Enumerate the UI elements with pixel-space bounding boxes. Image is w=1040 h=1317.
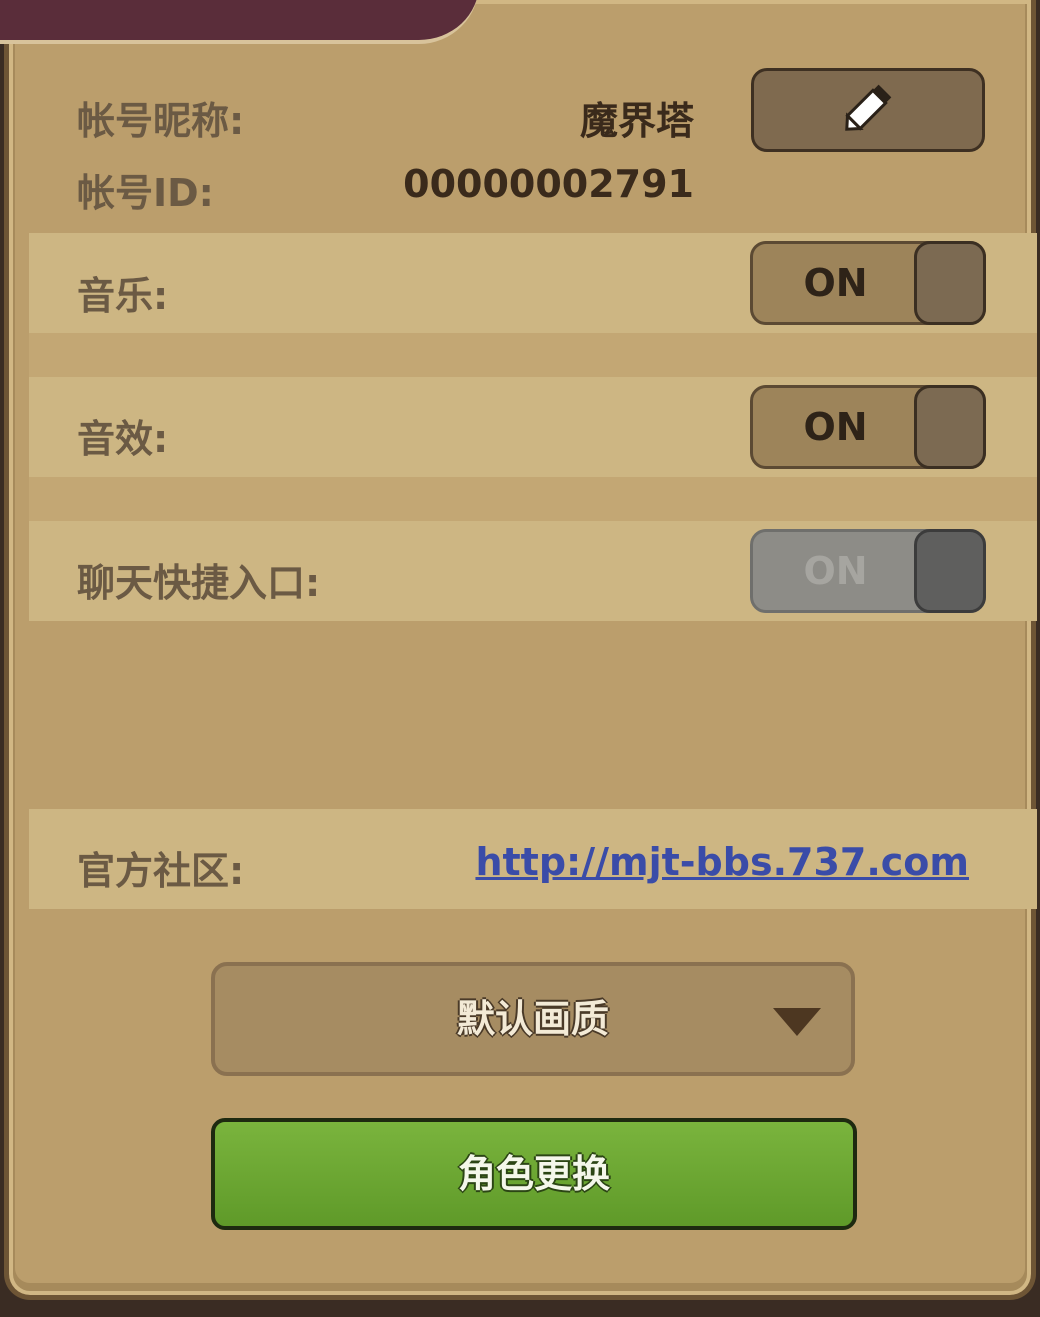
nickname-value: 魔界塔 [579, 99, 694, 143]
chevron-down-icon [773, 1008, 821, 1036]
music-label: 音乐: [77, 274, 169, 318]
divider [29, 333, 1037, 377]
sfx-toggle-state: ON [803, 405, 868, 449]
account-id-label: 帐号ID: [77, 171, 214, 215]
switch-role-button[interactable]: 角色更换 [211, 1118, 857, 1230]
toggle-knob [914, 529, 986, 613]
community-label: 官方社区: [77, 849, 245, 893]
music-toggle-state: ON [803, 261, 868, 305]
nickname-label: 帐号昵称: [77, 99, 245, 143]
community-link[interactable]: http://mjt-bbs.737.com [475, 840, 969, 884]
switch-role-button-label: 角色更换 [457, 1152, 610, 1196]
divider [29, 477, 1037, 521]
quality-dropdown-value: 默认画质 [456, 997, 609, 1041]
edit-nickname-button[interactable] [751, 68, 985, 152]
sfx-label: 音效: [77, 417, 169, 461]
chat-shortcut-toggle-state: ON [803, 549, 868, 593]
pencil-icon [838, 78, 898, 142]
toggle-knob [914, 385, 986, 469]
title-tab [0, 0, 479, 44]
chat-shortcut-toggle[interactable]: ON [750, 529, 986, 613]
quality-dropdown[interactable]: 默认画质 [211, 962, 855, 1076]
music-toggle[interactable]: ON [750, 241, 986, 325]
sfx-toggle[interactable]: ON [750, 385, 986, 469]
settings-panel: 帐号昵称: 魔界塔 帐号ID: 00000002791 音乐: ON 音效: O… [0, 0, 1037, 1300]
toggle-knob [914, 241, 986, 325]
account-id-value: 00000002791 [403, 162, 694, 206]
chat-shortcut-label: 聊天快捷入口: [77, 561, 321, 605]
